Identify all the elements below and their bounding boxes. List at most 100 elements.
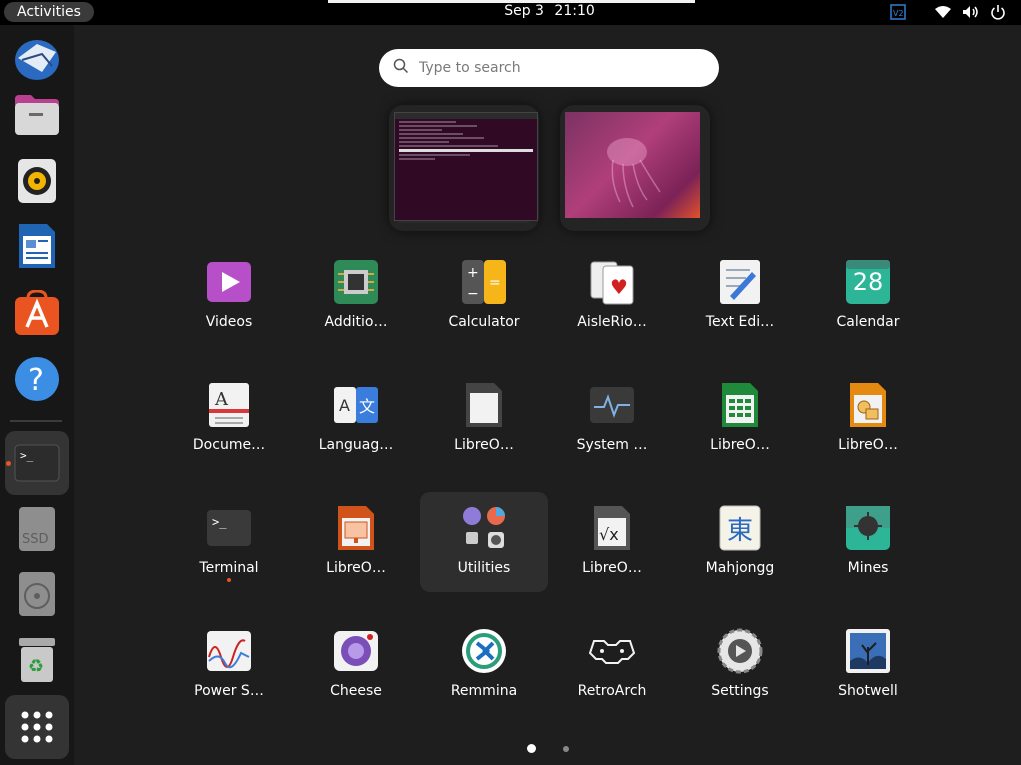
app-additional-drivers[interactable]: Additio… — [292, 246, 420, 346]
help-icon[interactable]: ? — [5, 347, 69, 411]
svg-text:√x: √x — [599, 525, 619, 544]
app-label: LibreO… — [710, 437, 770, 453]
icon-text: 東 — [726, 516, 753, 546]
language-support-icon: A文 — [332, 381, 380, 429]
calculator-icon: + − = — [460, 258, 508, 306]
files-icon[interactable] — [5, 83, 69, 147]
app-libreoffice-impress[interactable]: LibreO… — [292, 492, 420, 592]
app-label: Mahjongg — [705, 560, 775, 576]
power-statistics-icon — [205, 627, 253, 675]
app-label: LibreO… — [582, 560, 642, 576]
cheese-icon — [332, 627, 380, 675]
app-videos[interactable]: Videos — [165, 246, 293, 346]
app-label: Shotwell — [838, 683, 898, 699]
system-monitor-icon — [588, 381, 636, 429]
app-label: System … — [576, 437, 648, 453]
app-calendar[interactable]: 28 Calendar — [804, 246, 932, 346]
search-icon — [393, 58, 409, 78]
workspace-thumbnail-2[interactable] — [560, 105, 710, 231]
svg-text:♥: ♥ — [610, 275, 628, 299]
utilities-folder-icon — [460, 504, 508, 552]
app-mahjongg[interactable]: 東 Mahjongg — [676, 492, 804, 592]
app-remmina[interactable]: Remmina — [420, 615, 548, 715]
disc-drive-icon[interactable] — [5, 562, 69, 626]
app-label: Utilities — [457, 560, 511, 576]
search-input[interactable] — [419, 60, 699, 76]
svg-text:+: + — [467, 265, 479, 281]
app-libreoffice-calc[interactable]: LibreO… — [676, 369, 804, 469]
svg-text:−: − — [467, 286, 479, 302]
svg-text:A: A — [339, 396, 350, 415]
libreoffice-writer-icon[interactable] — [5, 214, 69, 278]
power-icon[interactable] — [988, 2, 1008, 22]
terminal-window-thumbnail[interactable] — [394, 112, 538, 221]
svg-text:V2: V2 — [893, 9, 904, 18]
app-label: Power S… — [194, 683, 264, 699]
libreoffice-icon — [460, 381, 508, 429]
calendar-icon: 28 — [844, 258, 892, 306]
app-shotwell[interactable]: Shotwell — [804, 615, 932, 715]
app-label: LibreO… — [454, 437, 514, 453]
app-document-viewer[interactable]: A Docume… — [165, 369, 293, 469]
search-bar[interactable] — [379, 49, 719, 87]
app-label: Text Edi… — [705, 314, 775, 330]
svg-text:A: A — [214, 389, 229, 410]
app-power-statistics[interactable]: Power S… — [165, 615, 293, 715]
svg-text:♻: ♻ — [28, 656, 44, 677]
app-label: Languag… — [318, 437, 394, 453]
rhythmbox-icon[interactable] — [5, 149, 69, 213]
app-text-editor[interactable]: Text Edi… — [676, 246, 804, 346]
page-indicator-2[interactable] — [563, 746, 569, 752]
libreoffice-math-icon: √x — [588, 504, 636, 552]
aisleriot-icon: ♥ — [588, 258, 636, 306]
show-apps-icon[interactable] — [5, 695, 69, 759]
svg-text:文: 文 — [359, 397, 375, 416]
settings-icon — [716, 627, 764, 675]
shotwell-icon — [844, 627, 892, 675]
app-mines[interactable]: Mines — [804, 492, 932, 592]
app-label: Remmina — [450, 683, 518, 699]
app-calculator[interactable]: + − = Calculator — [420, 246, 548, 346]
document-viewer-icon: A — [205, 381, 253, 429]
app-label: LibreO… — [838, 437, 898, 453]
clock[interactable]: Sep 3 21:10 — [0, 3, 1021, 19]
app-label: Mines — [847, 560, 889, 576]
app-retroarch[interactable]: RetroArch — [548, 615, 676, 715]
app-label: Terminal — [199, 560, 259, 576]
page-indicator-1[interactable] — [527, 744, 536, 753]
libreoffice-calc-icon — [716, 381, 764, 429]
wifi-icon[interactable] — [933, 2, 953, 22]
retroarch-icon — [588, 627, 636, 675]
top-bar: Activities Sep 3 21:10 V2 — [0, 0, 1021, 25]
svg-text:?: ? — [28, 363, 44, 398]
ssd-drive-icon[interactable]: SSD — [5, 497, 69, 561]
app-cheese[interactable]: Cheese — [292, 615, 420, 715]
app-libreoffice-draw[interactable]: LibreO… — [804, 369, 932, 469]
app-center-icon[interactable] — [5, 281, 69, 345]
app-utilities-folder[interactable]: Utilities — [420, 492, 548, 592]
app-aisleriot[interactable]: ♥ AisleRio… — [548, 246, 676, 346]
volume-icon[interactable] — [961, 2, 981, 22]
app-libreoffice-math[interactable]: √x LibreO… — [548, 492, 676, 592]
app-settings[interactable]: Settings — [676, 615, 804, 715]
running-indicator — [6, 461, 11, 466]
app-libreoffice[interactable]: LibreO… — [420, 369, 548, 469]
vpn-indicator-icon[interactable]: V2 — [889, 2, 907, 22]
thunderbird-icon[interactable] — [5, 27, 69, 91]
clock-date: Sep 3 — [504, 3, 544, 19]
app-label: Additio… — [324, 314, 388, 330]
app-language-support[interactable]: A 文 Languag… — [292, 369, 420, 469]
wallpaper-jellyfish — [565, 112, 700, 218]
app-label: Calendar — [836, 314, 900, 330]
trash-icon[interactable]: ♻ — [5, 628, 69, 692]
libreoffice-impress-icon — [332, 504, 380, 552]
app-label: LibreO… — [326, 560, 386, 576]
svg-text:>_: >_ — [20, 449, 34, 462]
mines-icon — [844, 504, 892, 552]
dock: ? >_ SSD ♻ — [0, 25, 74, 765]
mahjongg-icon: 東 — [716, 504, 764, 552]
app-label: Calculator — [448, 314, 520, 330]
terminal-icon[interactable]: >_ — [5, 431, 69, 495]
app-system-monitor[interactable]: System … — [548, 369, 676, 469]
app-terminal[interactable]: >_ Terminal — [165, 492, 293, 592]
